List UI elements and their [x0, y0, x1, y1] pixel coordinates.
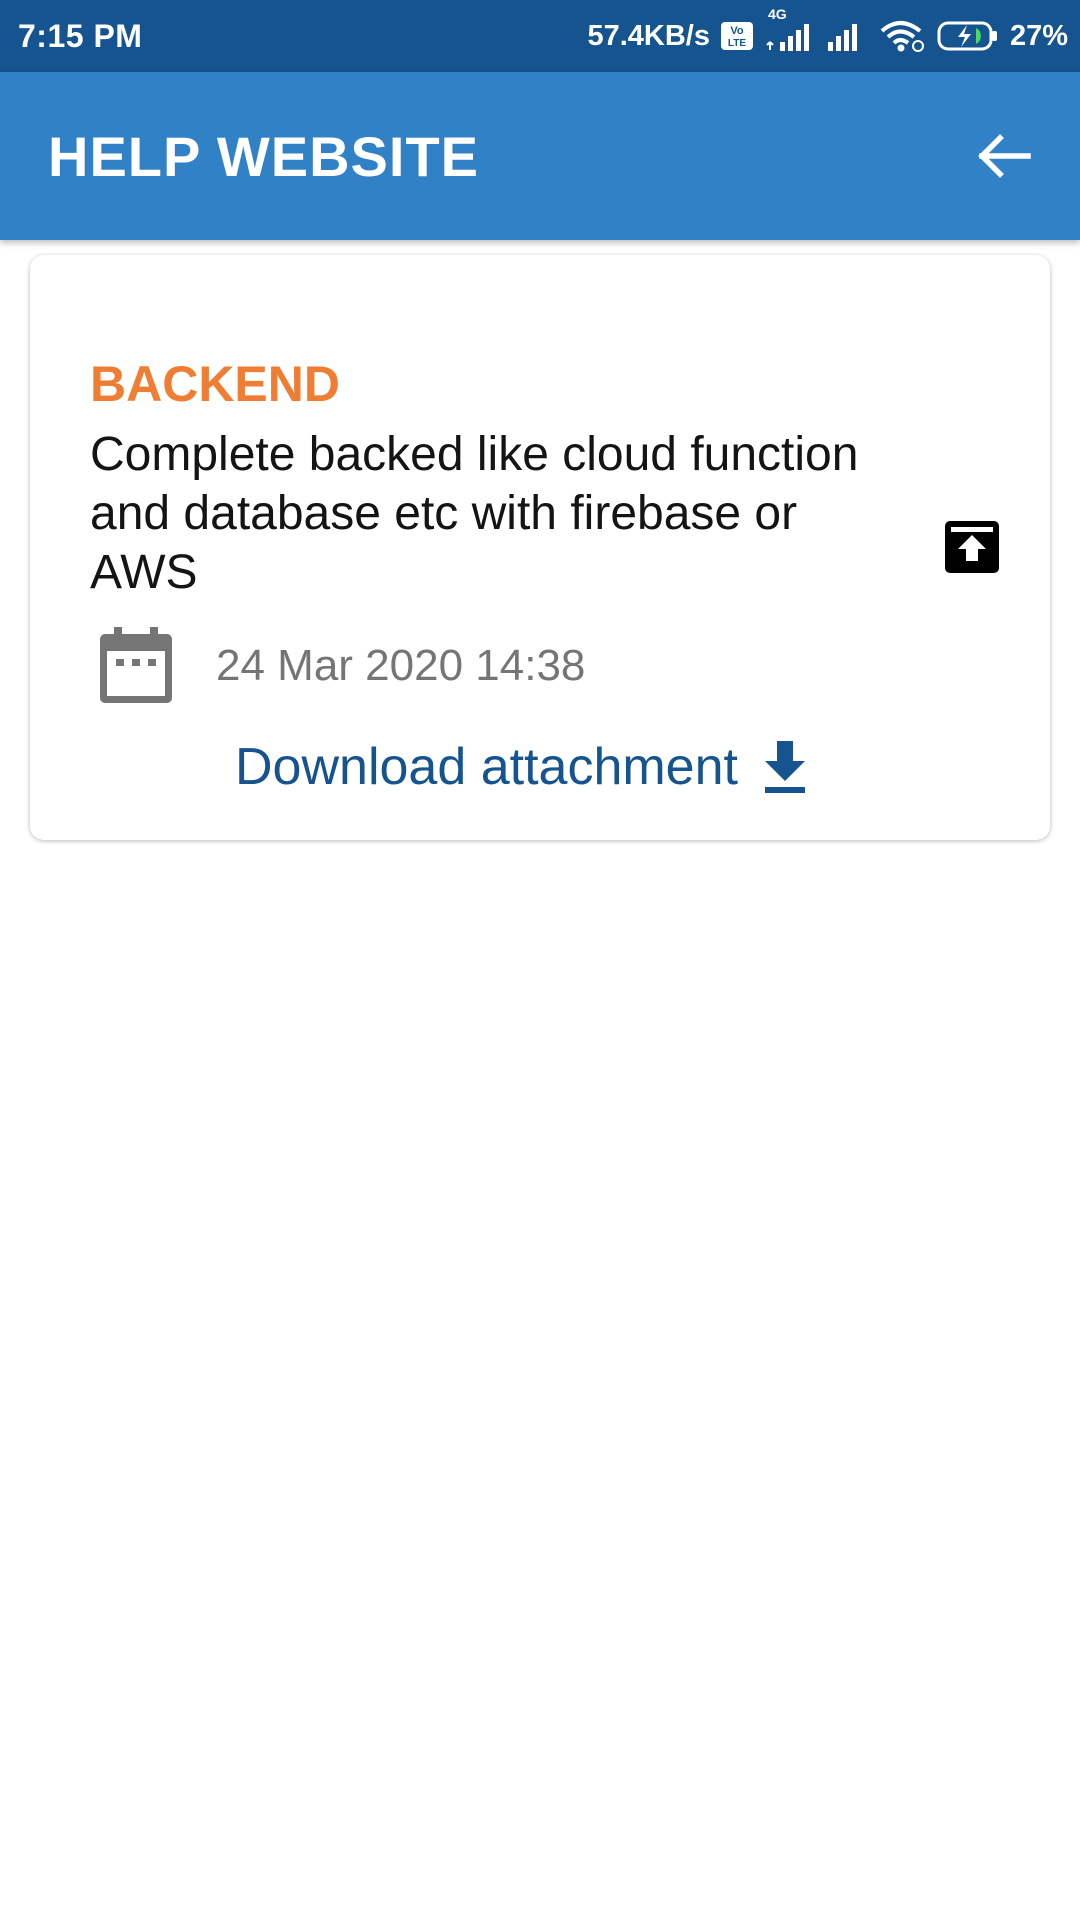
- app-bar: HELP WEBSITE: [0, 72, 1080, 240]
- svg-text:LTE: LTE: [728, 38, 746, 49]
- status-bar: 7:15 PM 57.4KB/s Vo LTE 4G 27%: [0, 0, 1080, 72]
- card-description: Complete backed like cloud function and …: [90, 428, 859, 599]
- svg-text:Vo: Vo: [730, 25, 744, 37]
- signal-icon: [826, 20, 868, 52]
- help-card: BACKEND Complete backed like cloud funct…: [30, 255, 1050, 840]
- battery-charging-icon: [936, 20, 1000, 52]
- page-title: HELP WEBSITE: [48, 124, 480, 188]
- card-category: BACKEND: [90, 356, 340, 412]
- battery-percent: 27%: [1009, 19, 1068, 52]
- back-button[interactable]: [968, 120, 1040, 192]
- calendar-icon: [100, 627, 172, 703]
- download-attachment-label: Download attachment: [235, 738, 738, 796]
- date-row: 24 Mar 2020 14:38: [98, 627, 585, 705]
- archive-icon: [945, 521, 999, 573]
- wifi-icon: [878, 19, 926, 53]
- signal-4g-icon: 4G: [764, 6, 816, 52]
- download-icon: [764, 741, 805, 793]
- status-time: 7:15 PM: [18, 17, 143, 54]
- status-icons: 57.4KB/s Vo LTE 4G 27%: [587, 6, 1068, 53]
- card-date: 24 Mar 2020 14:38: [216, 641, 586, 690]
- archive-button[interactable]: [943, 517, 1001, 575]
- download-attachment-link[interactable]: Download attachment: [235, 737, 808, 797]
- arrow-left-icon: [978, 134, 1031, 178]
- network-speed: 57.4KB/s: [587, 19, 710, 52]
- network-type-label: 4G: [767, 6, 787, 22]
- volte-icon: Vo LTE: [720, 21, 754, 51]
